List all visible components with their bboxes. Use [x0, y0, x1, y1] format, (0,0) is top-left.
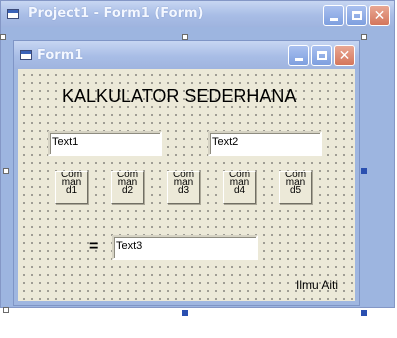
command-label: d4 — [233, 185, 246, 196]
close-button[interactable]: ✕ — [369, 5, 390, 26]
resize-handle[interactable] — [0, 34, 6, 40]
form-minimize-button[interactable] — [288, 45, 309, 66]
form1-window[interactable]: Form1 ✕ KALKULATOR SEDERHANA Text1 Text2… — [13, 40, 360, 306]
command-label: d5 — [289, 185, 302, 196]
footer-label[interactable]: Ilmu Aiti — [296, 278, 338, 292]
command-label: d2 — [121, 185, 134, 196]
designer-window-title: Project1 - Form1 (Form) — [28, 6, 204, 21]
command1-button[interactable]: Com man d1 — [55, 171, 88, 204]
resize-handle[interactable] — [3, 307, 9, 313]
resize-handle[interactable] — [361, 34, 367, 40]
designer-title-bar[interactable]: Project1 - Form1 (Form) ✕ — [1, 1, 394, 27]
resize-handle[interactable] — [361, 310, 367, 316]
close-icon: ✕ — [373, 7, 386, 24]
project-form-designer-window: Project1 - Form1 (Form) ✕ Form1 ✕ KALKUL… — [0, 0, 395, 308]
equals-label[interactable]: = — [89, 238, 98, 256]
command-label: d1 — [65, 185, 78, 196]
form-client-area[interactable]: KALKULATOR SEDERHANA Text1 Text2 Com man… — [18, 69, 355, 301]
resize-handle[interactable] — [182, 310, 188, 316]
text3-textbox[interactable]: Text3 — [112, 235, 258, 260]
close-icon: ✕ — [338, 47, 351, 64]
form-icon — [20, 50, 32, 60]
resize-handle[interactable] — [3, 168, 9, 174]
maximize-button[interactable] — [346, 5, 367, 26]
form-maximize-button[interactable] — [311, 45, 332, 66]
text2-textbox[interactable]: Text2 — [208, 131, 322, 156]
text1-textbox[interactable]: Text1 — [48, 131, 162, 156]
resize-handle[interactable] — [182, 34, 188, 40]
form1-title-bar[interactable]: Form1 ✕ — [14, 41, 359, 69]
command5-button[interactable]: Com man d5 — [279, 171, 312, 204]
command3-button[interactable]: Com man d3 — [167, 171, 200, 204]
command4-button[interactable]: Com man d4 — [223, 171, 256, 204]
form-icon — [7, 9, 19, 19]
command-label: d3 — [177, 185, 190, 196]
form-close-button[interactable]: ✕ — [334, 45, 355, 66]
minimize-button[interactable] — [323, 5, 344, 26]
command2-button[interactable]: Com man d2 — [111, 171, 144, 204]
form1-title: Form1 — [37, 48, 84, 63]
heading-label[interactable]: KALKULATOR SEDERHANA — [62, 86, 296, 107]
resize-handle[interactable] — [361, 168, 367, 174]
